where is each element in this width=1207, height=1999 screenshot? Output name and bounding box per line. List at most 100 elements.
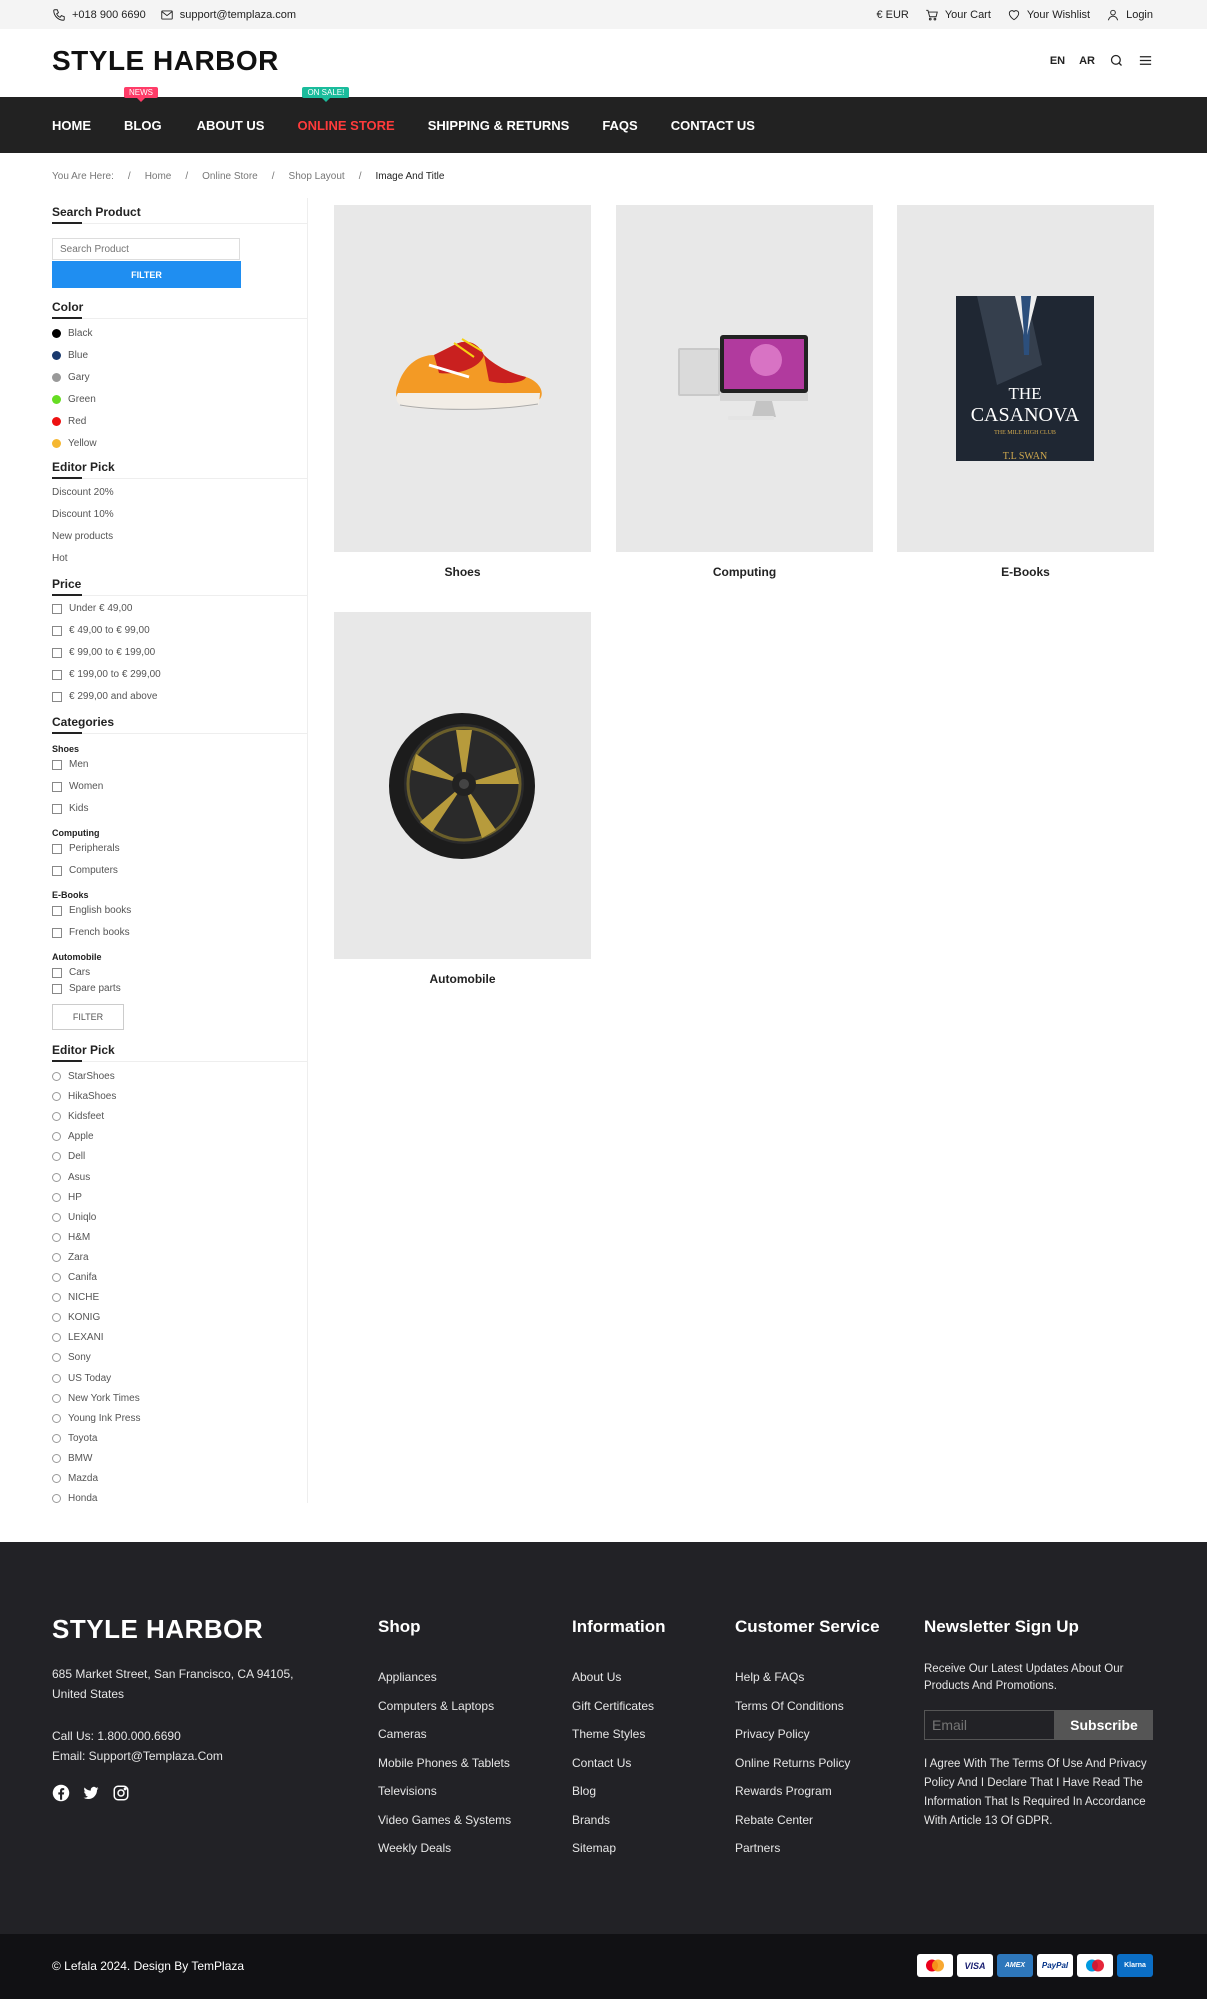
- product-image[interactable]: [334, 612, 591, 959]
- subscribe-button[interactable]: Subscribe: [1055, 1710, 1153, 1740]
- checkbox[interactable]: [52, 803, 62, 814]
- brand-filter-item[interactable]: Sony: [52, 1352, 91, 1363]
- radio-button[interactable]: [52, 1353, 61, 1363]
- radio-button[interactable]: [52, 1433, 61, 1443]
- footer-logo[interactable]: STYLE HARBOR: [52, 1614, 263, 1645]
- brand-filter-item[interactable]: Asus: [52, 1172, 90, 1183]
- brand-filter-item[interactable]: HikaShoes: [52, 1091, 116, 1102]
- radio-button[interactable]: [52, 1494, 61, 1504]
- twitter-icon[interactable]: [82, 1784, 100, 1802]
- checkbox[interactable]: [52, 927, 62, 938]
- brand-filter-item[interactable]: Apple: [52, 1131, 94, 1142]
- color-filter-blue[interactable]: Blue: [52, 350, 88, 361]
- color-filter-yellow[interactable]: Yellow: [52, 438, 97, 449]
- category-item[interactable]: Cars: [52, 967, 90, 978]
- checkbox[interactable]: [52, 669, 62, 680]
- brand-filter-item[interactable]: Kidsfeet: [52, 1111, 104, 1122]
- lang-en[interactable]: EN: [1050, 55, 1065, 67]
- category-item[interactable]: French books: [52, 927, 130, 938]
- filter-button-secondary[interactable]: FILTER: [52, 1004, 124, 1030]
- radio-button[interactable]: [52, 1172, 61, 1182]
- radio-button[interactable]: [52, 1453, 61, 1463]
- brand-filter-item[interactable]: Mazda: [52, 1473, 98, 1484]
- footer-link[interactable]: Online Returns Policy: [735, 1756, 850, 1785]
- radio-button[interactable]: [52, 1132, 61, 1142]
- instagram-icon[interactable]: [112, 1784, 130, 1802]
- product-card-ebooks[interactable]: THE CASANOVA THE MILE HIGH CLUB T.L SWAN…: [897, 205, 1154, 579]
- nav-item-online-store[interactable]: ON SALE! ONLINE STORE: [297, 86, 395, 133]
- footer-email[interactable]: Email: Support@Templaza.Com: [52, 1746, 223, 1766]
- brand-filter-item[interactable]: Uniqlo: [52, 1212, 96, 1223]
- checkbox[interactable]: [52, 843, 62, 854]
- radio-button[interactable]: [52, 1373, 61, 1383]
- brand-filter-item[interactable]: New York Times: [52, 1393, 140, 1404]
- footer-link[interactable]: Cameras: [378, 1727, 511, 1756]
- category-item[interactable]: Kids: [52, 803, 88, 814]
- radio-button[interactable]: [52, 1333, 61, 1343]
- product-title[interactable]: Computing: [616, 565, 873, 579]
- footer-link[interactable]: Blog: [572, 1784, 654, 1813]
- footer-link[interactable]: Terms Of Conditions: [735, 1699, 850, 1728]
- footer-link[interactable]: Appliances: [378, 1670, 511, 1699]
- color-filter-green[interactable]: Green: [52, 394, 96, 405]
- footer-link[interactable]: Privacy Policy: [735, 1727, 850, 1756]
- product-title[interactable]: Automobile: [334, 972, 591, 986]
- product-card-computing[interactable]: Computing: [616, 205, 873, 579]
- price-filter-item[interactable]: € 49,00 to € 99,00: [52, 625, 150, 636]
- footer-link[interactable]: Mobile Phones & Tablets: [378, 1756, 511, 1785]
- radio-button[interactable]: [52, 1072, 61, 1081]
- radio-button[interactable]: [52, 1192, 61, 1202]
- radio-button[interactable]: [52, 1413, 61, 1423]
- search-product-input[interactable]: [52, 238, 240, 260]
- product-image[interactable]: THE CASANOVA THE MILE HIGH CLUB T.L SWAN: [897, 205, 1154, 552]
- editor-pick-item[interactable]: Hot: [52, 553, 68, 564]
- category-item[interactable]: Men: [52, 759, 88, 770]
- lang-ar[interactable]: AR: [1079, 55, 1095, 67]
- footer-link[interactable]: Sitemap: [572, 1841, 654, 1870]
- radio-button[interactable]: [52, 1293, 61, 1303]
- wishlist-link[interactable]: Your Wishlist: [1007, 8, 1090, 22]
- footer-link[interactable]: About Us: [572, 1670, 654, 1699]
- cart-link[interactable]: Your Cart: [925, 8, 991, 22]
- footer-link[interactable]: Partners: [735, 1841, 850, 1870]
- nav-item-shipping[interactable]: SHIPPING & RETURNS: [428, 118, 570, 133]
- radio-button[interactable]: [52, 1092, 61, 1102]
- footer-link[interactable]: Brands: [572, 1813, 654, 1842]
- brand-filter-item[interactable]: HP: [52, 1192, 82, 1203]
- checkbox[interactable]: [52, 781, 62, 792]
- brand-filter-item[interactable]: Toyota: [52, 1433, 97, 1444]
- brand-filter-item[interactable]: H&M: [52, 1232, 90, 1243]
- checkbox[interactable]: [52, 647, 62, 658]
- checkbox[interactable]: [52, 603, 62, 614]
- product-card-shoes[interactable]: Shoes: [334, 205, 591, 579]
- brand-filter-item[interactable]: KONIG: [52, 1312, 100, 1323]
- brand-filter-item[interactable]: Zara: [52, 1252, 89, 1263]
- color-filter-gary[interactable]: Gary: [52, 372, 90, 383]
- brand-filter-item[interactable]: US Today: [52, 1373, 111, 1384]
- radio-button[interactable]: [52, 1152, 61, 1162]
- nav-item-faqs[interactable]: FAQS: [602, 118, 637, 133]
- login-link[interactable]: Login: [1106, 8, 1153, 22]
- brand-filter-item[interactable]: BMW: [52, 1453, 92, 1464]
- color-filter-black[interactable]: Black: [52, 328, 92, 339]
- filter-button[interactable]: FILTER: [52, 261, 241, 288]
- brand-filter-item[interactable]: Canifa: [52, 1272, 97, 1283]
- radio-button[interactable]: [52, 1273, 61, 1282]
- footer-link[interactable]: Rewards Program: [735, 1784, 850, 1813]
- product-title[interactable]: Shoes: [334, 565, 591, 579]
- product-image[interactable]: [334, 205, 591, 552]
- product-card-automobile[interactable]: Automobile: [334, 612, 591, 986]
- brand-filter-item[interactable]: Dell: [52, 1151, 85, 1162]
- editor-pick-item[interactable]: Discount 10%: [52, 509, 114, 520]
- brand-filter-item[interactable]: Young Ink Press: [52, 1413, 140, 1424]
- checkbox[interactable]: [52, 759, 62, 770]
- price-filter-item[interactable]: € 99,00 to € 199,00: [52, 647, 155, 658]
- brand-filter-item[interactable]: NICHE: [52, 1292, 99, 1303]
- radio-button[interactable]: [52, 1232, 61, 1242]
- menu-icon[interactable]: [1138, 53, 1153, 68]
- color-filter-red[interactable]: Red: [52, 416, 86, 427]
- footer-link[interactable]: Rebate Center: [735, 1813, 850, 1842]
- footer-link[interactable]: Weekly Deals: [378, 1841, 511, 1870]
- checkbox[interactable]: [52, 967, 62, 978]
- price-filter-item[interactable]: Under € 49,00: [52, 603, 132, 614]
